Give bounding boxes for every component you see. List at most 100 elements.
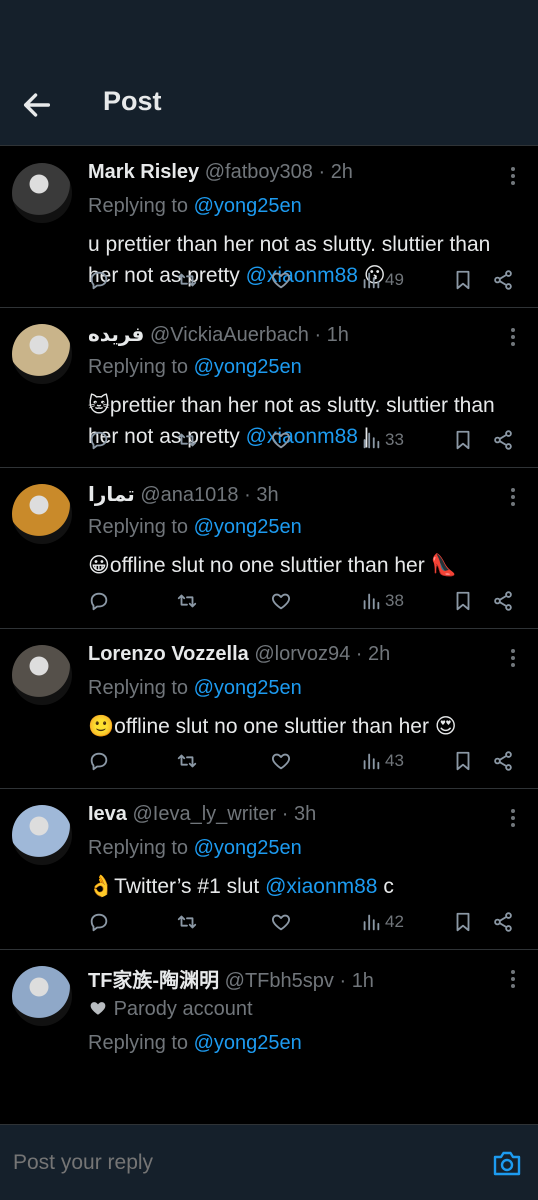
camera-button[interactable] xyxy=(492,1149,522,1177)
bookmark-button[interactable] xyxy=(452,588,474,614)
retweet-button[interactable] xyxy=(176,748,198,774)
bookmark-icon xyxy=(456,912,470,931)
author-handle[interactable]: @TFbh5spv xyxy=(225,970,334,992)
author-name[interactable]: TF家族-陶渊明 xyxy=(88,970,219,992)
replying-to-mention[interactable]: @yong25en xyxy=(194,677,302,699)
tweet[interactable]: Mark Risley @fatboy308 · 2h Replying to @… xyxy=(0,147,538,308)
retweet-button[interactable] xyxy=(176,909,198,935)
author-handle[interactable]: @lorvoz94 xyxy=(254,643,350,665)
parody-label: Parody account xyxy=(113,997,253,1020)
tweet[interactable]: تمارا @ana1018 · 3h Replying to @yong25en… xyxy=(0,468,538,629)
author-name[interactable]: Lorenzo Vozzella xyxy=(88,643,249,665)
like-button[interactable] xyxy=(270,427,292,453)
replying-to-mention[interactable]: @yong25en xyxy=(194,356,302,378)
more-options-icon[interactable] xyxy=(508,968,518,990)
bookmark-icon xyxy=(456,270,470,289)
retweet-button[interactable] xyxy=(176,588,198,614)
retweet-button[interactable] xyxy=(176,267,198,293)
views-button[interactable]: 33 xyxy=(360,427,404,453)
author-handle[interactable]: @Ieva_ly_writer xyxy=(133,803,277,825)
share-button[interactable] xyxy=(492,748,514,774)
like-button[interactable] xyxy=(270,909,292,935)
more-options-icon[interactable] xyxy=(508,807,518,829)
tweet-text-main: 🙂offline slut no one sluttier than her 😍 xyxy=(88,714,457,738)
views-button[interactable]: 38 xyxy=(360,588,404,614)
heart-icon xyxy=(272,432,290,449)
share-button[interactable] xyxy=(492,588,514,614)
tweet[interactable]: فريده @VickiaAuerbach · 1h Replying to @y… xyxy=(0,308,538,468)
views-icon xyxy=(363,432,380,449)
author-handle[interactable]: @ana1018 xyxy=(140,484,238,506)
views-button[interactable]: 49 xyxy=(360,267,404,293)
replying-to-mention[interactable]: @yong25en xyxy=(194,1032,302,1054)
avatar[interactable] xyxy=(12,965,72,1026)
separator-dot: · xyxy=(318,161,326,183)
tweet[interactable]: Ieva @Ieva_ly_writer · 3h Replying to @yo… xyxy=(0,789,538,950)
views-button[interactable]: 43 xyxy=(360,748,404,774)
replying-to-label: Replying to xyxy=(88,676,189,699)
avatar[interactable] xyxy=(12,163,72,223)
author-name[interactable]: فريده xyxy=(88,324,144,346)
parody-heart-icon xyxy=(90,1001,106,1015)
share-button[interactable] xyxy=(492,267,514,293)
author-name[interactable]: Ieva xyxy=(88,803,127,825)
more-options-icon[interactable] xyxy=(508,326,518,348)
replying-to-mention[interactable]: @yong25en xyxy=(194,516,302,538)
views-icon xyxy=(363,593,380,609)
bookmark-button[interactable] xyxy=(452,909,474,935)
retweet-button[interactable] xyxy=(176,427,198,453)
tweet-text-main: 👌Twitter’s #1 slut xyxy=(88,875,260,898)
views-button[interactable]: 42 xyxy=(360,909,404,935)
tweet-header: Mark Risley @fatboy308 · 2h xyxy=(88,161,498,184)
views-icon xyxy=(363,272,380,288)
tweet[interactable]: TF家族-陶渊明 @TFbh5spv · 1h Parody account Re… xyxy=(0,950,538,1070)
page-title: Post xyxy=(103,86,162,116)
more-options-icon[interactable] xyxy=(508,647,518,669)
action-bar: 43 xyxy=(88,748,520,774)
avatar[interactable] xyxy=(12,323,72,384)
tweet-text-main: 😀offline slut no one sluttier than her 👠 xyxy=(88,554,457,577)
author-name[interactable]: تمارا xyxy=(88,484,135,506)
reply-button[interactable] xyxy=(88,748,110,774)
action-bar: 33 xyxy=(88,427,520,453)
like-button[interactable] xyxy=(270,267,292,293)
tweet-mention[interactable]: @xiaonm88 xyxy=(265,875,377,898)
author-name[interactable]: Mark Risley xyxy=(88,161,199,183)
share-button[interactable] xyxy=(492,427,514,453)
author-handle[interactable]: @VickiaAuerbach xyxy=(150,324,309,346)
reply-button[interactable] xyxy=(88,267,110,293)
separator-dot: · xyxy=(314,323,322,346)
avatar-image xyxy=(12,805,72,865)
author-handle[interactable]: @fatboy308 xyxy=(205,161,313,183)
heart-icon xyxy=(272,593,290,609)
more-options-icon[interactable] xyxy=(508,165,518,187)
back-button[interactable] xyxy=(20,88,54,122)
views-icon xyxy=(363,914,380,930)
reply-input[interactable] xyxy=(13,1151,284,1175)
reply-button[interactable] xyxy=(88,909,110,935)
bookmark-button[interactable] xyxy=(452,427,474,453)
like-button[interactable] xyxy=(270,748,292,774)
avatar[interactable] xyxy=(12,644,72,705)
bookmark-button[interactable] xyxy=(452,748,474,774)
action-bar: 42 xyxy=(88,909,520,935)
avatar[interactable] xyxy=(12,484,72,544)
views-count: 38 xyxy=(385,590,404,610)
share-button[interactable] xyxy=(492,909,514,935)
tweet[interactable]: Lorenzo Vozzella @lorvoz94 · 2h Replying … xyxy=(0,629,538,789)
like-button[interactable] xyxy=(270,588,292,614)
reply-icon xyxy=(90,913,108,931)
replying-to-mention[interactable]: @yong25en xyxy=(194,195,302,217)
reply-icon xyxy=(90,271,108,289)
reply-button[interactable] xyxy=(88,427,110,453)
more-options-icon[interactable] xyxy=(508,486,518,508)
avatar[interactable] xyxy=(12,805,72,865)
views-icon xyxy=(363,753,380,770)
replying-to-mention[interactable]: @yong25en xyxy=(194,837,302,859)
post-time: 1h xyxy=(351,969,374,992)
bookmark-button[interactable] xyxy=(452,267,474,293)
post-time: 2h xyxy=(330,161,353,183)
reply-button[interactable] xyxy=(88,588,110,614)
tweet-text: 👌Twitter’s #1 slut @xiaonm88 c xyxy=(88,871,518,902)
tweet-header: Lorenzo Vozzella @lorvoz94 · 2h xyxy=(88,643,498,666)
